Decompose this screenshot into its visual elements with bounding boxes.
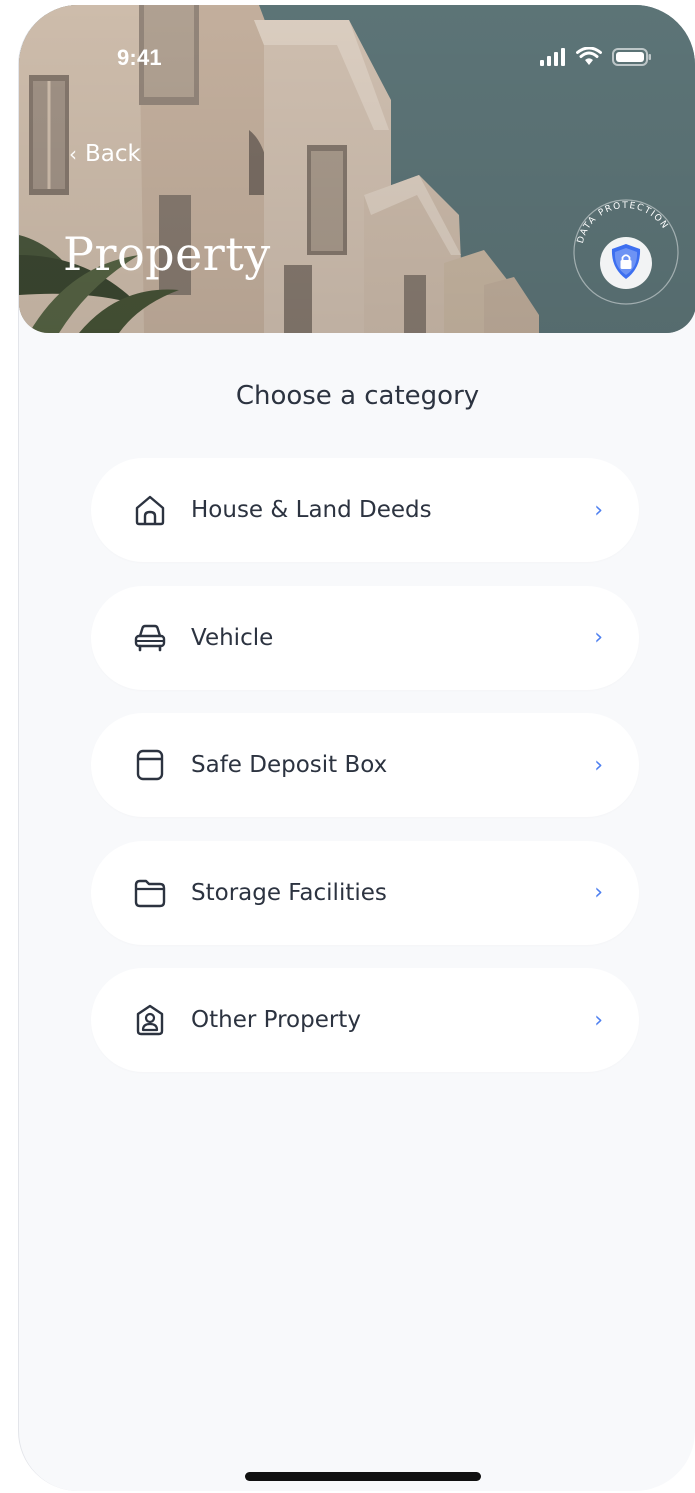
signal-icon <box>540 48 565 66</box>
folder-icon <box>131 874 169 912</box>
chevron-right-icon: › <box>594 625 603 650</box>
chevron-left-icon: ‹ <box>69 142 77 166</box>
category-house-land-deeds[interactable]: House & Land Deeds › <box>91 458 639 562</box>
box-icon <box>131 746 169 784</box>
battery-icon <box>612 48 651 66</box>
car-icon <box>131 619 169 657</box>
back-label: Back <box>85 141 141 167</box>
category-list: House & Land Deeds › Vehicle › Safe Depo… <box>91 458 639 1096</box>
home-indicator[interactable] <box>245 1472 481 1481</box>
category-safe-deposit-box[interactable]: Safe Deposit Box › <box>91 713 639 817</box>
chevron-right-icon: › <box>594 497 603 523</box>
section-title: Choose a category <box>235 381 480 411</box>
user-house-icon <box>131 1001 169 1039</box>
category-storage-facilities[interactable]: Storage Facilities › <box>91 840 639 945</box>
chevron-right-icon: › <box>594 1007 603 1033</box>
category-vehicle[interactable]: Vehicle › <box>91 585 639 690</box>
page-title: Property <box>63 227 271 281</box>
house-icon <box>131 491 169 529</box>
category-other-property[interactable]: Other Property › <box>91 968 639 1072</box>
data-protection-badge: DATA PROTECTION <box>567 193 685 311</box>
header-banner: 9:41 ‹ Back Property DATA PROTECTION <box>19 5 695 333</box>
category-label: Other Property <box>191 1007 361 1033</box>
wifi-icon <box>576 47 602 65</box>
category-label: Vehicle <box>191 624 274 651</box>
status-icons <box>540 47 652 67</box>
back-button[interactable]: ‹ Back <box>69 141 141 167</box>
category-label: House & Land Deeds <box>191 497 432 523</box>
status-time: 9:41 <box>117 45 162 70</box>
chevron-right-icon: › <box>594 752 603 778</box>
category-label: Safe Deposit Box <box>191 752 388 778</box>
category-label: Storage Facilities <box>191 879 387 906</box>
chevron-right-icon: › <box>594 880 603 905</box>
phone-screen: 9:41 ‹ Back Property DATA PROTECTION Cho… <box>18 5 695 1491</box>
